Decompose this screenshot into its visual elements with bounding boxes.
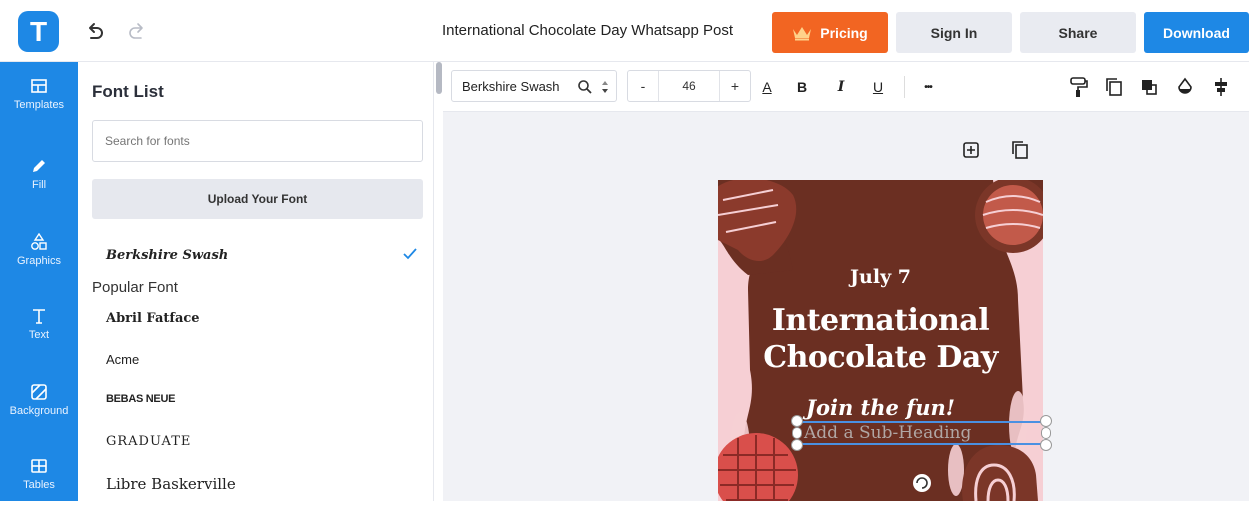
share-button[interactable]: Share — [1020, 12, 1136, 53]
download-button[interactable]: Download — [1144, 12, 1249, 53]
copy-page-icon[interactable] — [1011, 140, 1029, 160]
pricing-button[interactable]: Pricing — [772, 12, 888, 53]
poster-title-line2[interactable]: Chocolate Day — [718, 340, 1043, 375]
redo-icon[interactable] — [126, 20, 148, 42]
toolbar-divider — [904, 76, 905, 98]
background-icon — [31, 384, 47, 400]
poster-date[interactable]: July 7 — [718, 266, 1043, 288]
selection-handle[interactable] — [791, 415, 803, 427]
app-logo[interactable]: T — [18, 11, 59, 52]
selection-handle[interactable] — [792, 427, 802, 439]
font-list-title: Font List — [92, 82, 164, 101]
sign-in-button[interactable]: Sign In — [896, 12, 1012, 53]
font-list-panel: Font List Upload Your Font Berkshire Swa… — [78, 62, 434, 501]
search-icon — [578, 80, 592, 94]
selection-handle[interactable] — [1041, 427, 1051, 439]
document-title[interactable]: International Chocolate Day Whatsapp Pos… — [442, 22, 733, 39]
selection-handle[interactable] — [791, 439, 803, 451]
checkmark-icon — [403, 248, 417, 260]
nav-graphics-label: Graphics — [16, 255, 62, 267]
font-family-value: Berkshire Swash — [462, 78, 560, 94]
align-icon[interactable] — [1212, 77, 1230, 97]
font-item[interactable]: GRADUATE — [106, 434, 191, 449]
popular-font-heading: Popular Font — [92, 279, 178, 296]
nav-templates[interactable]: Templates — [0, 62, 78, 126]
text-color-button[interactable]: A — [757, 77, 777, 97]
nav-text[interactable]: Text — [0, 292, 78, 356]
underline-button[interactable]: U — [868, 77, 888, 97]
decrease-size-button[interactable]: - — [628, 71, 658, 101]
bold-button[interactable]: B — [792, 77, 812, 97]
table-icon — [31, 459, 47, 473]
font-search-input[interactable] — [92, 120, 423, 162]
nav-fill-label: Fill — [31, 179, 47, 191]
undo-icon[interactable] — [84, 20, 106, 42]
text-toolbar: Berkshire Swash - 46 + A B I U ••• — [443, 62, 1249, 112]
poster-tagline[interactable]: Join the fun! — [718, 395, 1043, 420]
design-poster[interactable]: July 7 International Chocolate Day Join … — [718, 180, 1043, 501]
nav-text-label: Text — [28, 329, 50, 341]
add-page-icon[interactable] — [962, 141, 980, 159]
font-size-value[interactable]: 46 — [658, 71, 720, 101]
pencil-icon — [33, 160, 45, 172]
font-item[interactable]: Libre Baskerville — [106, 475, 236, 493]
opacity-icon[interactable] — [1176, 77, 1194, 97]
format-painter-icon[interactable] — [1068, 76, 1088, 98]
selection-box[interactable] — [797, 421, 1046, 445]
font-item-selected[interactable]: Berkshire Swash — [106, 248, 228, 263]
selection-handle[interactable] — [1040, 415, 1052, 427]
poster-title-line1[interactable]: International — [718, 303, 1043, 338]
nav-templates-label: Templates — [13, 99, 65, 111]
font-size-control: - 46 + — [627, 70, 751, 102]
increase-size-button[interactable]: + — [720, 71, 750, 101]
rotate-handle[interactable] — [913, 474, 931, 492]
pricing-label: Pricing — [820, 24, 868, 41]
top-bar: T International Chocolate Day Whatsapp P… — [0, 0, 1249, 62]
upload-font-button[interactable]: Upload Your Font — [92, 179, 423, 219]
font-item[interactable]: BEBAS NEUE — [106, 393, 175, 405]
templates-icon — [31, 79, 47, 93]
shapes-icon — [31, 233, 47, 250]
text-icon — [33, 309, 45, 324]
layer-order-icon[interactable] — [1140, 78, 1158, 96]
selection-handle[interactable] — [1040, 439, 1052, 451]
nav-fill[interactable]: Fill — [0, 142, 78, 206]
italic-button[interactable]: I — [831, 77, 851, 97]
nav-background[interactable]: Background — [0, 368, 78, 432]
left-navigation: Templates Fill Graphics Text Background … — [0, 62, 78, 501]
panel-scrollbar[interactable] — [436, 62, 442, 94]
font-item[interactable]: Abril Fatface — [106, 311, 200, 326]
nav-graphics[interactable]: Graphics — [0, 218, 78, 282]
crown-icon — [793, 26, 812, 40]
more-options-button[interactable]: ••• — [918, 77, 938, 97]
duplicate-icon[interactable] — [1105, 77, 1123, 97]
font-family-select[interactable]: Berkshire Swash — [451, 70, 617, 102]
font-item[interactable]: Acme — [106, 352, 139, 367]
nav-tables-label: Tables — [23, 479, 55, 491]
nav-background-label: Background — [9, 405, 69, 417]
stepper-arrows-icon[interactable] — [600, 78, 610, 96]
nav-tables[interactable]: Tables — [0, 442, 78, 506]
